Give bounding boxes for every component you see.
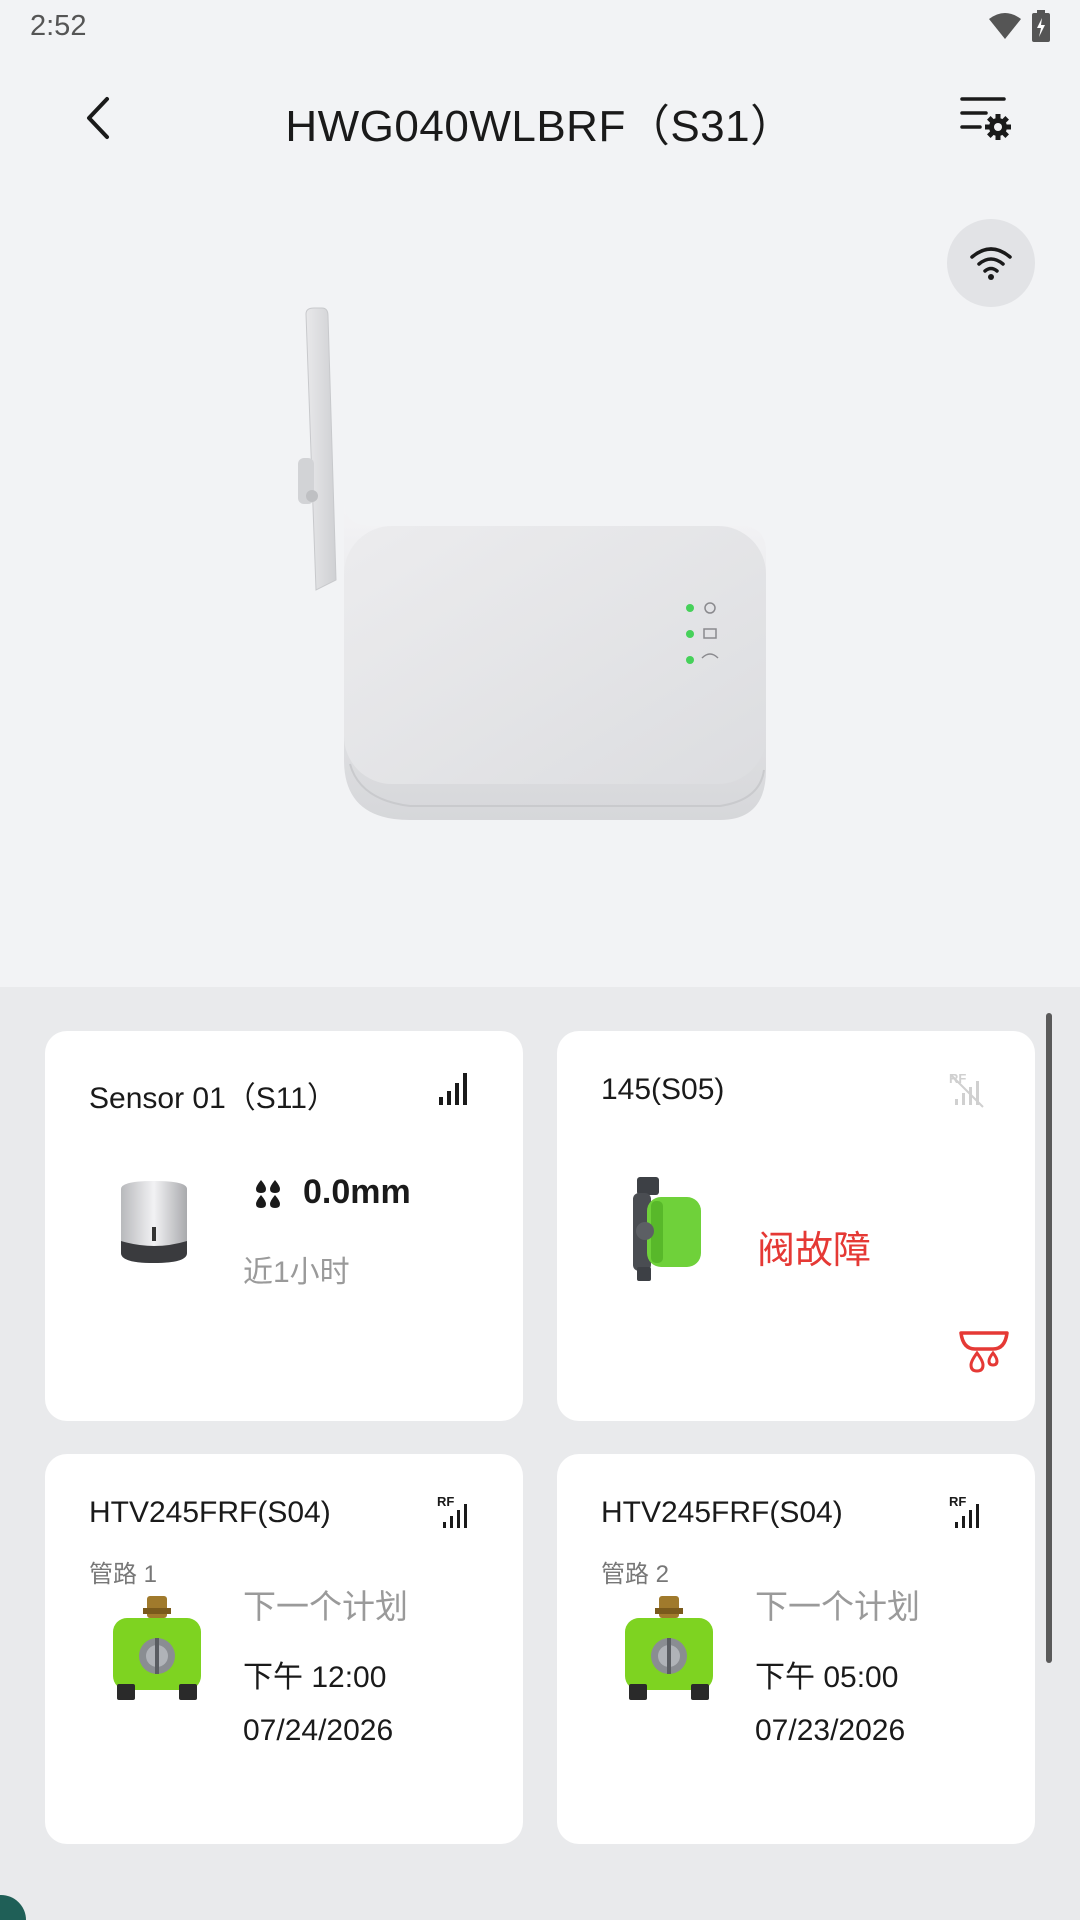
rainfall-value: 0.0mm [303, 1173, 411, 1211]
card-title: 145(S05) [601, 1073, 725, 1106]
wifi-icon [989, 13, 1021, 39]
card-title: HTV245FRF(S04) [601, 1496, 843, 1529]
next-schedule-label: 下一个计划 [243, 1588, 408, 1625]
valve-card[interactable]: 145(S05) RF 阀故障 [557, 1031, 1035, 1421]
signal-bars-icon [439, 1073, 467, 1105]
scrollbar[interactable] [1046, 1013, 1052, 1663]
battery-charging-icon [1032, 10, 1050, 42]
list-settings-icon [960, 97, 1011, 140]
water-timer-image [113, 1596, 201, 1700]
fault-status: 阀故障 [757, 1230, 872, 1272]
raindrops-icon [256, 1180, 280, 1208]
settings-button[interactable] [954, 86, 1018, 150]
wifi-icon [970, 247, 1012, 280]
status-icons [988, 10, 1050, 42]
schedule-time: 下午 12:00 [243, 1661, 387, 1694]
pipe-label: 管路 1 [89, 1561, 158, 1588]
top-bar: HWG040WLBRF（S31） [0, 72, 1080, 162]
next-schedule-label: 下一个计划 [755, 1588, 920, 1625]
rf-signal-icon: RF [949, 1494, 979, 1528]
water-timer-image [625, 1596, 713, 1700]
status-time: 2:52 [30, 10, 87, 42]
page-title: HWG040WLBRF（S31） [285, 102, 795, 151]
svg-text:RF: RF [949, 1494, 966, 1509]
schedule-date: 07/23/2026 [755, 1714, 906, 1747]
card-title: HTV245FRF(S04) [89, 1496, 331, 1529]
svg-text:RF: RF [949, 1071, 966, 1086]
timer-card-2[interactable]: HTV245FRF(S04) RF 管路 2 下一个计划 下午 05:00 07… [557, 1454, 1035, 1844]
rf-no-signal-icon: RF [949, 1071, 984, 1108]
status-bar: 2:52 [0, 0, 1080, 56]
sensor-card[interactable]: Sensor 01（S11） 0.0mm 近1小时 [45, 1031, 523, 1421]
wifi-status-button[interactable] [947, 219, 1035, 307]
valve-device-image [633, 1177, 701, 1281]
schedule-time: 下午 05:00 [755, 1661, 899, 1694]
card-title: Sensor 01（S11） [89, 1082, 337, 1115]
pipe-label: 管路 2 [601, 1561, 670, 1588]
svg-text:RF: RF [437, 1494, 454, 1509]
timer-card-1[interactable]: HTV245FRF(S04) RF 管路 1 下一个计划 下午 12:00 07… [45, 1454, 523, 1844]
schedule-date: 07/24/2026 [243, 1714, 394, 1747]
rf-signal-icon: RF [437, 1494, 467, 1528]
gateway-device-image [270, 300, 790, 840]
rain-sensor-image [121, 1181, 187, 1263]
rainfall-period: 近1小时 [243, 1256, 350, 1289]
valve-leak-icon[interactable] [957, 1323, 1011, 1377]
